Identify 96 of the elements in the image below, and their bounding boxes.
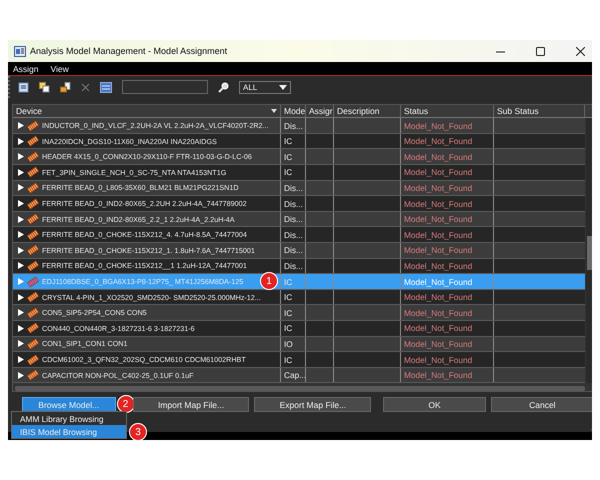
model-type: Dis...: [284, 120, 303, 131]
column-header[interactable]: Assigr: [306, 105, 334, 118]
expand-arrow-icon[interactable]: [18, 168, 24, 176]
component-icon: [27, 166, 39, 178]
component-icon: [27, 306, 39, 319]
expand-arrow-icon[interactable]: [18, 356, 24, 363]
component-icon: [27, 228, 39, 241]
component-icon: [27, 198, 39, 210]
expand-arrow-icon[interactable]: [18, 324, 24, 332]
database-icon[interactable]: [100, 82, 112, 92]
status-text: Model_Not_Found: [404, 370, 472, 380]
status-text: Model_Not_Found: [404, 338, 472, 349]
dropdown-caret-icon: [279, 84, 287, 90]
model-type: Cap...: [284, 370, 306, 380]
menu-item[interactable]: AMM Library Browsing: [12, 412, 126, 425]
model-type: Dis...: [284, 214, 303, 224]
action-button[interactable]: Cancel: [490, 397, 592, 412]
status-text: Model_Not_Found: [404, 308, 472, 318]
component-icon: [27, 120, 39, 132]
component-icon: [27, 322, 39, 334]
horizontal-scrollbar[interactable]: [15, 386, 585, 391]
column-header[interactable]: Description: [334, 105, 401, 118]
expand-arrow-icon[interactable]: [18, 153, 24, 160]
model-type: Dis...: [284, 245, 303, 256]
filter-dropdown[interactable]: ALL: [239, 80, 291, 94]
expand-arrow-icon[interactable]: [18, 372, 24, 379]
status-text: Model_Not_Found: [404, 120, 472, 131]
component-icon: [27, 244, 39, 256]
search-icon[interactable]: [218, 82, 229, 92]
expand-arrow-icon[interactable]: [18, 122, 24, 130]
expand-arrow-icon[interactable]: [18, 200, 24, 208]
component-icon: [27, 354, 39, 366]
expand-arrow-icon[interactable]: [18, 184, 24, 192]
component-icon: [27, 135, 39, 148]
expand-arrow-icon[interactable]: [18, 138, 24, 145]
column-header[interactable]: Status: [401, 105, 494, 118]
model-type: IC: [284, 167, 292, 178]
window-title: Analysis Model Management - Model Assignment: [30, 46, 228, 56]
status-text: Model_Not_Found: [404, 167, 472, 178]
expand-arrow-icon[interactable]: [18, 246, 24, 254]
status-text: Model_Not_Found: [404, 292, 472, 302]
menu-item[interactable]: Assign: [13, 64, 39, 74]
sort-caret-icon: [271, 109, 277, 114]
status-text: Model_Not_Found: [404, 276, 472, 287]
component-icon: [27, 338, 39, 350]
expand-arrow-icon[interactable]: [18, 309, 24, 316]
number-badge: 1: [260, 272, 278, 290]
model-type: Dis...: [284, 260, 303, 271]
model-type: Dis...: [284, 198, 303, 209]
status-text: Model_Not_Found: [404, 323, 472, 334]
action-button[interactable]: Export Map File...: [254, 397, 372, 412]
status-text: Model_Not_Found: [404, 136, 472, 146]
expand-arrow-icon[interactable]: [18, 216, 24, 223]
action-button[interactable]: Import Map File...: [132, 397, 250, 412]
model-type: IC: [284, 276, 292, 287]
component-icon: [27, 276, 39, 288]
model-type: Dis...: [284, 230, 303, 240]
component-icon: [27, 213, 39, 226]
column-header[interactable]: Device: [13, 105, 281, 118]
component-icon: [27, 291, 39, 304]
menu-item[interactable]: View: [50, 64, 69, 74]
model-type: IC: [284, 136, 292, 146]
status-text: Model_Not_Found: [404, 182, 472, 193]
model-type: IC: [284, 152, 292, 162]
expand-arrow-icon[interactable]: [18, 231, 24, 238]
document-icon[interactable]: [18, 82, 29, 92]
component-icon: [27, 150, 39, 163]
status-text: Model_Not_Found: [404, 230, 472, 240]
status-text: Model_Not_Found: [404, 214, 472, 224]
status-text: Model_Not_Found: [404, 260, 472, 271]
model-type: Dis...: [284, 182, 303, 193]
column-header[interactable]: Mode: [281, 105, 306, 118]
status-text: Model_Not_Found: [404, 152, 472, 162]
status-text: Model_Not_Found: [404, 198, 472, 209]
model-type: IC: [284, 308, 292, 318]
expand-arrow-icon[interactable]: [18, 340, 24, 348]
component-icon: [27, 369, 39, 382]
status-text: Model_Not_Found: [404, 354, 472, 364]
action-button[interactable]: OK: [383, 397, 486, 412]
component-icon: [27, 182, 39, 194]
expand-arrow-icon[interactable]: [18, 262, 24, 270]
scrollbar[interactable]: [586, 118, 592, 384]
model-type: IC: [284, 292, 292, 302]
app-icon: [14, 46, 26, 56]
status-text: Model_Not_Found: [404, 245, 472, 256]
column-header[interactable]: Sub Status: [494, 105, 585, 118]
copy-icon[interactable]: [39, 82, 50, 92]
expand-arrow-icon[interactable]: [18, 294, 24, 301]
model-type: IC: [284, 354, 292, 364]
component-icon: [27, 260, 39, 272]
close-icon[interactable]: [576, 46, 584, 56]
search-field[interactable]: [122, 80, 208, 94]
delete-icon[interactable]: [81, 82, 90, 92]
model-type: IC: [284, 323, 292, 334]
maximize-icon[interactable]: [536, 46, 544, 56]
model-type: IO: [284, 338, 293, 349]
